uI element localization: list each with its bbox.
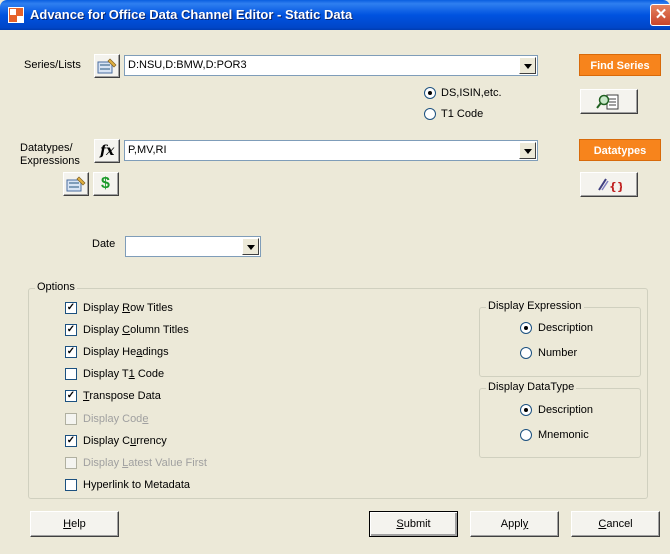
- title-bar[interactable]: Advance for Office Data Channel Editor -…: [0, 0, 670, 30]
- display-currency-label-pre: Display C: [83, 435, 131, 447]
- display-code-label: Display Code: [83, 413, 148, 425]
- display-t1-code-checkbox[interactable]: [65, 368, 77, 380]
- display-row-titles-label: Display Row Titles: [83, 302, 173, 314]
- display-expression-group: [479, 307, 641, 377]
- radio-datatype-description-label: Description: [538, 404, 594, 416]
- display-code-checkbox: [65, 413, 77, 425]
- transpose-data-label: Transpose Data: [83, 390, 161, 402]
- display-datatype-group: [479, 388, 641, 458]
- display-column-titles-label-pre: Display: [83, 324, 123, 336]
- radio-datatype-mnemonic-label: Mnemonic: [538, 429, 589, 441]
- list-picker-icon: [97, 58, 117, 74]
- find-series-button[interactable]: Find Series: [579, 54, 661, 76]
- list-picker-icon: [66, 176, 86, 192]
- display-headings-label: Display Headings: [83, 346, 169, 358]
- radio-expression-number[interactable]: [520, 347, 532, 359]
- window-title: Advance for Office Data Channel Editor -…: [30, 7, 353, 22]
- datatypes-dropdown-button[interactable]: [519, 142, 536, 159]
- radio-datatype-mnemonic[interactable]: [520, 429, 532, 441]
- help-button[interactable]: Help: [30, 511, 119, 537]
- display-latest-value-first-label: Display Latest Value First: [83, 457, 207, 469]
- lookup-button[interactable]: [580, 89, 638, 114]
- display-latest-value-first-label-pre: Display: [83, 457, 123, 469]
- transpose-data-checkbox[interactable]: ✓: [65, 390, 77, 402]
- submit-button[interactable]: Submit: [369, 511, 458, 537]
- display-column-titles-label: Display Column Titles: [83, 324, 189, 336]
- radio-expression-description[interactable]: [520, 322, 532, 334]
- display-column-titles-label-key: C: [122, 324, 131, 336]
- display-headings-label-post: dings: [142, 346, 169, 358]
- display-latest-value-first-label-post: atest Value First: [128, 457, 207, 469]
- expression-builder-button[interactable]: fx: [94, 139, 120, 163]
- display-expression-title: Display Expression: [486, 300, 584, 312]
- display-row-titles-label-pre: Display: [83, 302, 123, 314]
- radio-datatype-description[interactable]: [520, 404, 532, 416]
- series-dropdown-button[interactable]: [519, 57, 536, 74]
- display-headings-label-pre: Display He: [83, 346, 137, 358]
- date-label: Date: [92, 238, 116, 250]
- apply-button-pre: Appl: [500, 518, 523, 530]
- series-label: Series/Lists: [24, 59, 81, 71]
- display-t1-code-label-post: Code: [134, 368, 165, 380]
- help-button-rest: elp: [71, 518, 86, 530]
- radio-expression-description-label: Description: [538, 322, 594, 334]
- series-combo[interactable]: D:NSU,D:BMW,D:POR3: [124, 55, 538, 76]
- display-row-titles-checkbox[interactable]: ✓: [65, 302, 77, 314]
- submit-button-key: S: [396, 518, 404, 530]
- radio-ds-isin[interactable]: [424, 87, 436, 99]
- date-dropdown-button[interactable]: [242, 238, 259, 255]
- magnifier-list-icon: [596, 94, 619, 110]
- dialog-window: Advance for Office Data Channel Editor -…: [0, 0, 670, 554]
- radio-t1-code-label: T1 Code: [441, 108, 484, 120]
- hyperlink-to-metadata-checkbox[interactable]: [65, 479, 77, 491]
- series-value: D:NSU,D:BMW,D:POR3: [128, 59, 247, 71]
- series-picker-button[interactable]: [94, 54, 120, 78]
- options-group-title: Options: [35, 281, 77, 293]
- datatypes-combo[interactable]: P,MV,RI: [124, 140, 538, 161]
- transpose-data-label-post: ranspose Data: [89, 390, 161, 402]
- fx-icon: fx: [100, 143, 115, 159]
- display-latest-value-first-checkbox: [65, 457, 77, 469]
- display-currency-checkbox[interactable]: ✓: [65, 435, 77, 447]
- radio-expression-number-label: Number: [538, 347, 578, 359]
- display-datatype-title: Display DataType: [486, 381, 577, 393]
- dollar-icon: $: [101, 175, 110, 192]
- display-t1-code-label: Display T1 Code: [83, 368, 164, 380]
- apply-button-post: y: [522, 518, 529, 530]
- display-column-titles-label-post: olumn Titles: [130, 324, 189, 336]
- function-button[interactable]: {}: [580, 172, 638, 197]
- display-code-label-pre: Display Cod: [83, 413, 143, 425]
- cancel-button-rest: ancel: [606, 518, 633, 530]
- date-combo[interactable]: [125, 236, 261, 257]
- svg-text:{}: {}: [609, 180, 622, 193]
- radio-ds-isin-label: DS,ISIN,etc.: [441, 87, 502, 99]
- display-t1-code-label-pre: Display T: [83, 368, 129, 380]
- currency-button[interactable]: $: [93, 172, 119, 196]
- datatypes-label-line2: Expressions: [20, 155, 80, 167]
- datatype-picker-button[interactable]: [63, 172, 89, 196]
- radio-t1-code[interactable]: [424, 108, 436, 120]
- display-code-label-key: e: [142, 413, 149, 425]
- hyperlink-to-metadata-label-pre: Hyperlink to Metadata: [83, 479, 190, 491]
- display-row-titles-label-key: R: [122, 302, 131, 314]
- help-button-key: H: [63, 518, 72, 530]
- apply-button[interactable]: Apply: [470, 511, 559, 537]
- datatypes-label-line1: Datatypes/: [20, 142, 73, 154]
- submit-button-rest: ubmit: [403, 518, 431, 530]
- app-icon: [8, 7, 24, 23]
- datatypes-value: P,MV,RI: [128, 144, 167, 156]
- display-headings-checkbox[interactable]: ✓: [65, 346, 77, 358]
- display-column-titles-checkbox[interactable]: ✓: [65, 324, 77, 336]
- display-currency-label-post: rrency: [136, 435, 167, 447]
- function-brackets-icon: {}: [598, 178, 622, 193]
- close-button[interactable]: ✕: [650, 4, 670, 26]
- display-row-titles-label-post: ow Titles: [130, 302, 173, 314]
- cancel-button[interactable]: Cancel: [571, 511, 660, 537]
- display-currency-label: Display Currency: [83, 435, 167, 447]
- hyperlink-to-metadata-label: Hyperlink to Metadata: [83, 479, 190, 491]
- datatypes-button[interactable]: Datatypes: [579, 139, 661, 161]
